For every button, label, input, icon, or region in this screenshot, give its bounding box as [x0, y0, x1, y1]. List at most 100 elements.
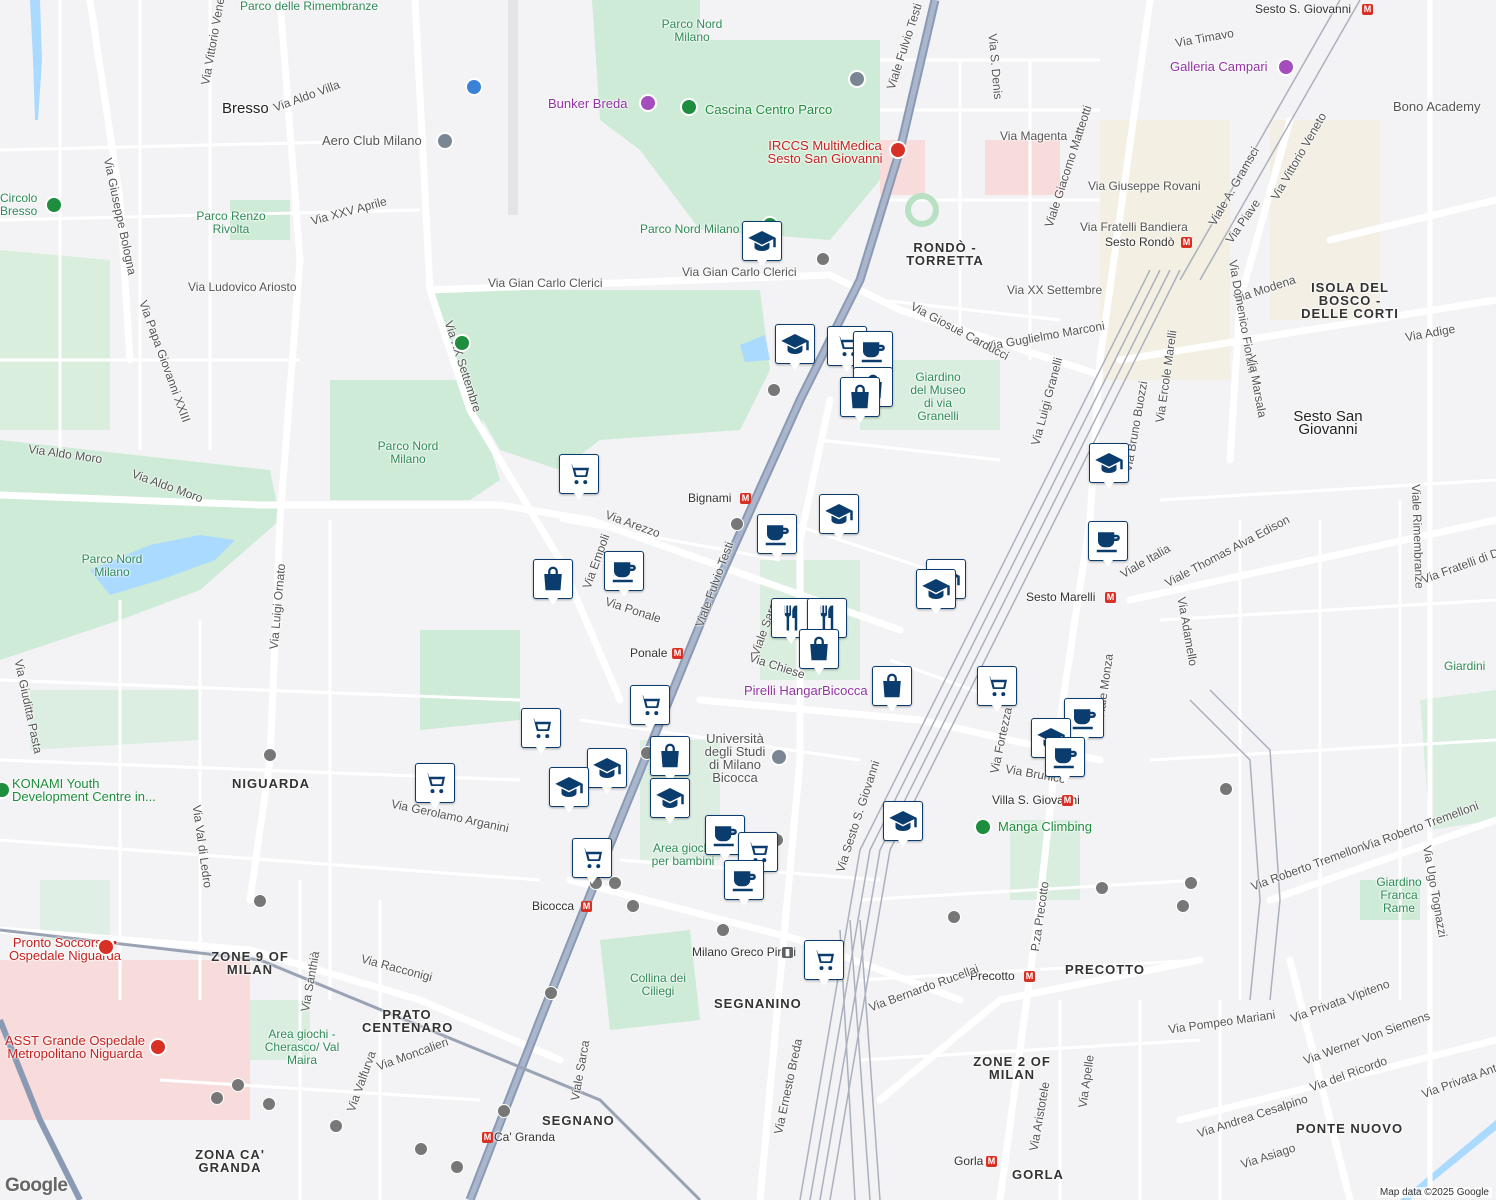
hospital-icon[interactable]	[149, 1038, 167, 1056]
metro-icon: M	[672, 648, 683, 659]
cart-marker-icon[interactable]	[521, 708, 561, 754]
cup-marker-icon[interactable]	[1045, 737, 1085, 783]
cart-marker-icon[interactable]	[804, 940, 844, 986]
metro-icon: M	[482, 1132, 493, 1143]
cup-marker-icon[interactable]	[724, 860, 764, 906]
metro-icon: M	[581, 901, 592, 912]
label-collina: Collina dei Ciliegi	[629, 971, 687, 998]
bus-stop-icon[interactable]	[1095, 881, 1109, 895]
label-sesto: Sesto San Giovanni	[1293, 408, 1363, 438]
bus-stop-icon[interactable]	[816, 252, 830, 266]
label-street: Via XX Settembre	[1007, 283, 1103, 297]
map-attribution: Map data ©2025 Google	[1376, 1187, 1492, 1198]
label-cascina: Cascina Centro Parco	[705, 102, 833, 117]
bag-marker-icon[interactable]	[872, 666, 912, 712]
metro-icon: M	[1105, 592, 1116, 603]
school-marker-icon[interactable]	[819, 494, 859, 540]
metro-icon: M	[740, 493, 751, 504]
label-parco-nord: Parco Nord Milano	[377, 439, 439, 466]
label-metro: Sesto S. Giovanni	[1255, 2, 1352, 16]
label-street: Via Magenta	[1000, 129, 1068, 143]
bus-stop-icon[interactable]	[329, 1119, 343, 1133]
museum-icon[interactable]	[1277, 58, 1295, 76]
cart-marker-icon[interactable]	[559, 454, 599, 500]
cup-marker-icon[interactable]	[853, 331, 893, 377]
bus-stop-icon[interactable]	[626, 899, 640, 913]
cart-marker-icon[interactable]	[977, 666, 1017, 712]
label-bresso: Bresso	[222, 100, 269, 117]
park-icon[interactable]	[680, 98, 698, 116]
bus-stop-icon[interactable]	[253, 894, 267, 908]
metro-icon: M	[1362, 4, 1373, 15]
park-icon[interactable]	[45, 196, 63, 214]
label-zone2: ZONE 2 OF MILAN	[973, 1054, 1051, 1082]
bus-stop-icon[interactable]	[1176, 899, 1190, 913]
bus-stop-icon[interactable]	[414, 1142, 428, 1156]
label-renzo-rivolta: Parco Renzo Rivolta	[196, 209, 266, 236]
bag-marker-icon[interactable]	[533, 559, 573, 605]
park-icon[interactable]	[974, 818, 992, 836]
label-parco-rimembranze: Parco delle Rimembranze	[240, 0, 379, 13]
bus-stop-icon[interactable]	[263, 748, 277, 762]
bag-marker-icon[interactable]	[799, 629, 839, 675]
label-street: Via Giuseppe Rovani	[1088, 179, 1201, 193]
hospital-icon[interactable]	[889, 141, 907, 159]
bag-marker-icon[interactable]	[840, 377, 880, 423]
bus-stop-icon[interactable]	[262, 1097, 276, 1111]
label-ponte-nuovo: PONTE NUOVO	[1296, 1121, 1404, 1136]
label-parco-nord: Parco Nord Milano	[661, 17, 723, 44]
bag-marker-icon[interactable]	[650, 736, 690, 782]
label-giardini: Giardini	[1444, 659, 1486, 673]
bus-stop-icon[interactable]	[1184, 876, 1198, 890]
label-metro: Sesto Rondò	[1105, 235, 1175, 249]
label-street: Via Ludovico Ariosto	[188, 280, 297, 294]
bus-stop-icon[interactable]	[767, 383, 781, 397]
metro-icon: M	[1062, 795, 1073, 806]
label-bono: Bono Academy	[1393, 99, 1481, 114]
label-asst-niguarda: ASST Grande Ospedale Metropolitano Nigua…	[5, 1033, 145, 1061]
bus-stop-icon[interactable]	[544, 986, 558, 1000]
landmark-icon[interactable]	[436, 132, 454, 150]
school-marker-icon[interactable]	[775, 324, 815, 370]
label-ca-granda: ZONA CA' GRANDA	[195, 1147, 265, 1175]
bus-stop-icon[interactable]	[210, 1091, 224, 1105]
cart-marker-icon[interactable]	[415, 763, 455, 809]
museum-icon[interactable]	[639, 94, 657, 112]
school-marker-icon[interactable]	[549, 767, 589, 813]
cup-marker-icon[interactable]	[757, 514, 797, 560]
bus-stop-icon[interactable]	[608, 876, 622, 890]
bus-stop-icon[interactable]	[1219, 782, 1233, 796]
school-icon[interactable]	[848, 70, 866, 88]
cart-marker-icon[interactable]	[572, 838, 612, 884]
airport-icon[interactable]	[465, 78, 483, 96]
hospital-icon[interactable]	[97, 938, 115, 956]
cart-marker-icon[interactable]	[630, 685, 670, 731]
label-metro: Ca' Granda	[494, 1130, 555, 1144]
cup-marker-icon[interactable]	[1088, 521, 1128, 567]
label-segnano: SEGNANO	[542, 1113, 615, 1128]
bus-stop-icon[interactable]	[450, 1160, 464, 1174]
map-canvas[interactable]: Parco delle Rimembranze Parco Nord Milan…	[0, 0, 1496, 1200]
park-icon[interactable]	[453, 334, 471, 352]
label-hangar-bicocca: Pirelli HangarBicocca	[744, 683, 868, 698]
label-street: Via Gian Carlo Clerici	[682, 265, 797, 279]
label-konami: KONAMI Youth Development Centre in...	[12, 776, 156, 804]
label-precotto: PRECOTTO	[1065, 962, 1145, 977]
label-manga: Manga Climbing	[998, 819, 1092, 834]
bus-stop-icon[interactable]	[231, 1078, 245, 1092]
school-marker-icon[interactable]	[742, 221, 782, 267]
school-marker-icon[interactable]	[587, 748, 627, 794]
school-marker-icon[interactable]	[883, 801, 923, 847]
university-icon[interactable]	[770, 748, 788, 766]
bus-stop-icon[interactable]	[730, 517, 744, 531]
bus-stop-icon[interactable]	[716, 923, 730, 937]
school-marker-icon[interactable]	[1089, 443, 1129, 489]
cup-marker-icon[interactable]	[604, 551, 644, 597]
label-segnanino: SEGNANINO	[714, 996, 802, 1011]
bus-stop-icon[interactable]	[497, 1104, 511, 1118]
bus-stop-icon[interactable]	[947, 910, 961, 924]
label-prato: PRATO CENTENARO	[362, 1007, 454, 1035]
school-marker-icon[interactable]	[650, 778, 690, 824]
school-marker-icon[interactable]	[916, 569, 956, 615]
label-street: Via Fratelli Bandiera	[1080, 220, 1188, 234]
